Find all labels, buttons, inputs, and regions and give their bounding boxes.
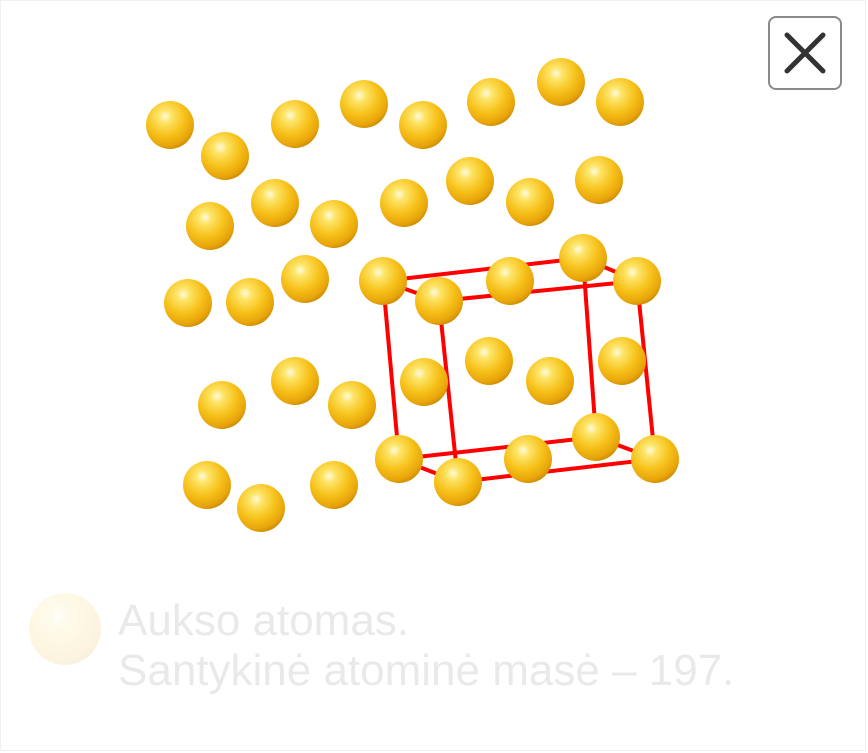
gold-atom xyxy=(613,257,661,305)
gold-atom xyxy=(399,101,447,149)
legend-atomic-mass: Santykinė atominė masė – 197. xyxy=(118,646,735,695)
legend: Aukso atomas. Santykinė atominė masė – 1… xyxy=(26,592,866,712)
gold-atom xyxy=(596,78,644,126)
gold-atom xyxy=(575,156,623,204)
gold-atom xyxy=(434,458,482,506)
gold-atom xyxy=(506,178,554,226)
gold-atom xyxy=(183,461,231,509)
gold-atom xyxy=(380,179,428,227)
gold-atom xyxy=(310,200,358,248)
gold-atom xyxy=(186,202,234,250)
gold-atom xyxy=(504,435,552,483)
unit-cell-edge xyxy=(437,279,639,303)
gold-atom xyxy=(146,101,194,149)
atoms-front-layer xyxy=(359,234,679,506)
gold-atom xyxy=(271,100,319,148)
gold-atom xyxy=(572,413,620,461)
gold-atom xyxy=(559,234,607,282)
gold-atom xyxy=(631,435,679,483)
gold-atom xyxy=(415,277,463,325)
gold-atom xyxy=(598,337,646,385)
gold-atom xyxy=(237,484,285,532)
legend-text: Aukso atomas. Santykinė atominė masė – 1… xyxy=(118,596,734,696)
gold-atom xyxy=(526,357,574,405)
gold-atom xyxy=(198,381,246,429)
unit-cell-edge xyxy=(456,457,657,484)
gold-atom xyxy=(271,357,319,405)
gold-atom xyxy=(486,257,534,305)
gold-atom xyxy=(281,255,329,303)
gold-atom xyxy=(328,381,376,429)
legend-title: Aukso atomas. xyxy=(118,596,410,645)
gold-atom xyxy=(226,278,274,326)
gold-atom xyxy=(201,132,249,180)
gold-atom xyxy=(359,257,407,305)
gold-atom xyxy=(446,157,494,205)
gold-atom xyxy=(537,58,585,106)
gold-atom xyxy=(465,337,513,385)
gold-atom xyxy=(310,461,358,509)
gold-crystal-lattice xyxy=(146,58,679,532)
gold-atom-icon xyxy=(29,593,101,665)
gold-atom xyxy=(164,279,212,327)
unit-cell-edge xyxy=(381,256,585,283)
gold-atom xyxy=(375,435,423,483)
gold-atom xyxy=(400,358,448,406)
gold-atom xyxy=(467,78,515,126)
gold-atom xyxy=(340,80,388,128)
unit-cell-edge xyxy=(381,279,401,461)
unit-cell-edge xyxy=(397,435,598,461)
gold-atom xyxy=(251,179,299,227)
